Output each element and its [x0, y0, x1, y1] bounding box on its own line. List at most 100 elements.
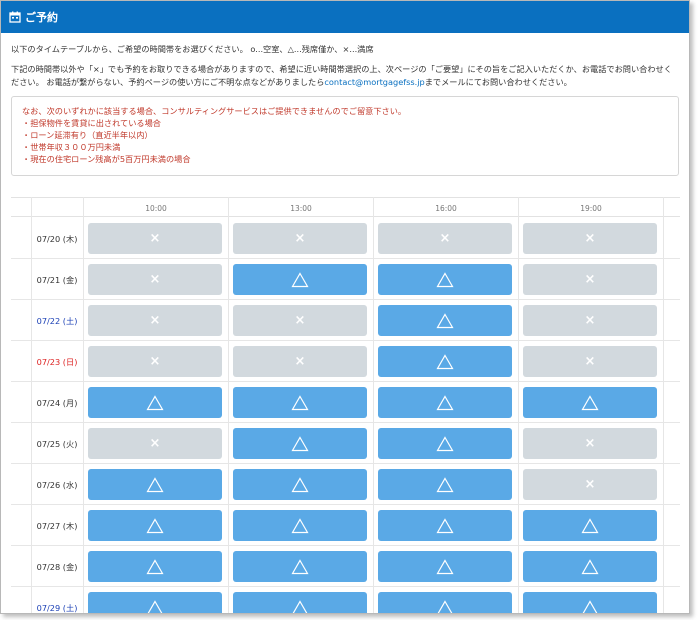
instructions: 下記の時間帯以外や「×」でも予約をお取りできる場合がありますので、希望に近い時間…	[11, 63, 679, 89]
slot-full-cell: ×	[523, 428, 657, 459]
cross-icon: ×	[294, 354, 306, 369]
slot-few-seats-button[interactable]	[233, 551, 367, 582]
slot-few-seats-button[interactable]	[523, 387, 657, 418]
triangle-icon	[291, 476, 309, 492]
row-date: 07/24 (月)	[36, 397, 78, 408]
row-date: 07/21 (金)	[36, 274, 78, 285]
header-bar: ご予約	[1, 1, 689, 33]
contact-email-link[interactable]: contact@mortgagefss.jp	[324, 77, 424, 87]
slot-few-seats-button[interactable]	[378, 387, 512, 418]
triangle-icon	[146, 558, 164, 574]
slot-full-cell: ×	[233, 305, 367, 336]
slot-few-seats-button[interactable]	[88, 592, 222, 613]
slot-full-cell: ×	[523, 346, 657, 377]
time-column-header: 10:00	[83, 198, 228, 218]
notice-item: ・ローン延滞有り（直近半年以内）	[22, 130, 153, 140]
cross-icon: ×	[294, 313, 306, 328]
cross-icon: ×	[584, 231, 596, 246]
triangle-icon	[147, 599, 163, 613]
cross-icon: ×	[149, 272, 161, 287]
triangle-icon	[292, 599, 308, 613]
slot-few-seats-button[interactable]	[233, 592, 367, 613]
slot-few-seats-button[interactable]	[233, 469, 367, 500]
triangle-icon	[291, 517, 309, 533]
triangle-icon	[581, 394, 599, 410]
slot-few-seats-button[interactable]	[88, 469, 222, 500]
triangle-icon	[581, 517, 599, 533]
slot-few-seats-button[interactable]	[378, 264, 512, 295]
reservation-panel: ご予約 以下のタイムテーブルから、ご希望の時間帯をお選びください。 o...空室…	[0, 0, 690, 614]
table-row: 07/27 (木)	[11, 505, 680, 546]
cross-icon: ×	[584, 313, 596, 328]
legend-line: 以下のタイムテーブルから、ご希望の時間帯をお選びください。 o...空室、△..…	[11, 44, 374, 54]
triangle-icon	[436, 394, 454, 410]
slot-full-cell: ×	[523, 264, 657, 295]
triangle-icon	[437, 599, 453, 613]
triangle-icon	[581, 558, 599, 574]
slot-full-cell: ×	[88, 264, 222, 295]
slot-full-cell: ×	[233, 223, 367, 254]
row-date: 07/20 (木)	[36, 233, 78, 244]
table-row: 07/20 (木) × × × ×	[11, 218, 680, 259]
slot-few-seats-button[interactable]	[88, 551, 222, 582]
slot-few-seats-button[interactable]	[523, 510, 657, 541]
slot-few-seats-button[interactable]	[233, 510, 367, 541]
slot-full-cell: ×	[523, 223, 657, 254]
triangle-icon	[436, 558, 454, 574]
triangle-icon	[436, 271, 454, 287]
triangle-icon	[436, 353, 454, 369]
slot-full-cell: ×	[378, 223, 512, 254]
slot-few-seats-button[interactable]	[378, 551, 512, 582]
table-row: 07/21 (金) × ×	[11, 259, 680, 300]
table-row: 07/25 (火) × ×	[11, 423, 680, 464]
slot-few-seats-button[interactable]	[378, 469, 512, 500]
row-date: 07/22 (土)	[36, 315, 78, 326]
notice-item: ・担保物件を賃貸に出されている場合	[22, 118, 161, 128]
triangle-icon	[291, 558, 309, 574]
slot-few-seats-button[interactable]	[378, 428, 512, 459]
slot-full-cell: ×	[88, 223, 222, 254]
time-column-header: 13:00	[228, 198, 373, 218]
cross-icon: ×	[294, 231, 306, 246]
slot-few-seats-button[interactable]	[233, 428, 367, 459]
triangle-icon	[436, 312, 454, 328]
slot-few-seats-button[interactable]	[378, 592, 512, 613]
row-date: 07/25 (火)	[36, 438, 78, 449]
instructions-tail: までメールにてお問い合わせください。	[424, 77, 572, 87]
row-date: 07/28 (金)	[36, 561, 78, 572]
slot-few-seats-button[interactable]	[233, 387, 367, 418]
table-row: 07/23 (日) × × ×	[11, 341, 680, 382]
slot-full-cell: ×	[88, 428, 222, 459]
slot-few-seats-button[interactable]	[88, 387, 222, 418]
cross-icon: ×	[584, 354, 596, 369]
slot-few-seats-button[interactable]	[378, 346, 512, 377]
triangle-icon	[146, 476, 164, 492]
slot-few-seats-button[interactable]	[378, 510, 512, 541]
slot-few-seats-button[interactable]	[523, 592, 657, 613]
triangle-icon	[146, 517, 164, 533]
cross-icon: ×	[584, 272, 596, 287]
slot-few-seats-button[interactable]	[378, 305, 512, 336]
slot-full-cell: ×	[523, 305, 657, 336]
cross-icon: ×	[584, 436, 596, 451]
triangle-icon	[436, 517, 454, 533]
timetable-header: 10:00 13:00 16:00 19:00	[11, 197, 680, 218]
intro-text: 以下のタイムテーブルから、ご希望の時間帯をお選びください。 o...空室、△..…	[1, 33, 689, 89]
slot-few-seats-button[interactable]	[233, 264, 367, 295]
triangle-icon	[582, 599, 598, 613]
slot-few-seats-button[interactable]	[523, 551, 657, 582]
time-column-header: 16:00	[373, 198, 518, 218]
triangle-icon	[436, 476, 454, 492]
cross-icon: ×	[149, 313, 161, 328]
row-date: 07/23 (日)	[36, 356, 78, 367]
cross-icon: ×	[439, 231, 451, 246]
slot-full-cell: ×	[88, 305, 222, 336]
triangle-icon	[291, 271, 309, 287]
row-date: 07/27 (木)	[36, 520, 78, 531]
slot-few-seats-button[interactable]	[88, 510, 222, 541]
calendar-icon	[9, 11, 21, 23]
row-date: 07/29 (土)	[36, 602, 78, 613]
notice-item: ・現在の住宅ローン残高が5百万円未満の場合	[22, 154, 191, 164]
time-column-header: 19:00	[518, 198, 663, 218]
cross-icon: ×	[149, 354, 161, 369]
